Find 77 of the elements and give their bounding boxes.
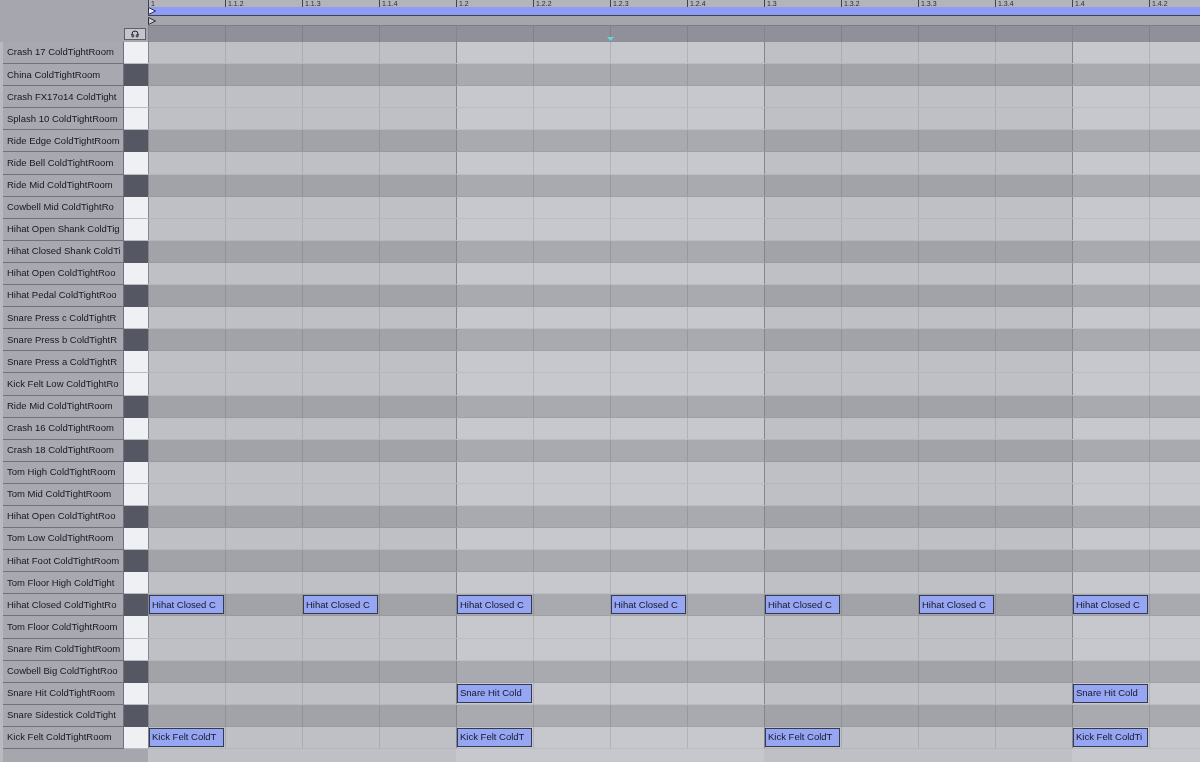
midi-note[interactable]: Hihat Closed C xyxy=(1073,595,1148,615)
note-lane[interactable]: Snare Hit Cold Snare Hit Cold xyxy=(148,682,1200,705)
drum-name-label: Hihat Closed Shank ColdTi xyxy=(3,240,124,263)
midi-note[interactable]: Hihat Closed C xyxy=(303,595,378,615)
piano-key[interactable] xyxy=(124,307,148,330)
drum-name-label: Hihat Closed ColdTightRo xyxy=(3,594,124,617)
midi-note[interactable]: Kick Felt ColdT xyxy=(765,727,840,747)
note-lane[interactable]: Kick Felt ColdT Kick Felt ColdT Kick Felt ColdT Kick Felt ColdTi xyxy=(148,726,1200,749)
midi-note[interactable]: Hihat Closed C xyxy=(919,595,994,615)
piano-key[interactable] xyxy=(124,240,148,263)
drum-name-label: Kick Felt Low ColdTightRo xyxy=(3,373,124,396)
midi-note[interactable]: Hihat Closed C xyxy=(765,595,840,615)
note-lane[interactable]: Hihat Closed C Hihat Closed C Hihat Closed C Hihat Closed C Hihat Closed C Hihat Closed C Hihat Closed C xyxy=(148,594,1200,617)
piano-key[interactable] xyxy=(124,174,148,197)
drum-name-label: Ride Mid ColdTightRoom xyxy=(3,174,124,197)
drum-name-label: Hihat Open Shank ColdTig xyxy=(3,218,124,241)
midi-note[interactable]: Snare Hit Cold xyxy=(1073,683,1148,703)
loop-bar[interactable] xyxy=(148,7,1200,16)
headphones-icon xyxy=(131,30,139,38)
piano-key[interactable] xyxy=(124,64,148,87)
drum-name-label: Ride Edge ColdTightRoom xyxy=(3,130,124,153)
drum-name-label: Crash 17 ColdTightRoom xyxy=(3,42,124,65)
drum-name-label: Hihat Open ColdTightRoo xyxy=(3,262,124,286)
piano-key[interactable] xyxy=(124,572,148,595)
piano-key[interactable] xyxy=(124,395,148,418)
drum-name-label: Ride Mid ColdTightRoom xyxy=(3,395,124,418)
piano-key[interactable] xyxy=(124,726,148,749)
triangle-marker-icon[interactable] xyxy=(148,16,156,25)
drum-name-label: Snare Hit ColdTightRoom xyxy=(3,682,124,705)
piano-key[interactable] xyxy=(124,505,148,529)
drum-name-label: Crash 18 ColdTightRoom xyxy=(3,439,124,462)
drum-name-label: Hihat Open ColdTightRoo xyxy=(3,505,124,529)
piano-key[interactable] xyxy=(124,550,148,573)
drum-name-label: Snare Press b ColdTightR xyxy=(3,329,124,352)
drum-name-label: Tom Floor High ColdTight xyxy=(3,572,124,595)
midi-note[interactable]: Kick Felt ColdT xyxy=(149,727,224,747)
piano-key[interactable] xyxy=(124,439,148,462)
piano-key[interactable] xyxy=(124,461,148,484)
piano-key[interactable] xyxy=(124,704,148,727)
drum-name-label: Snare Press a ColdTightR xyxy=(3,351,124,374)
midi-note[interactable]: Hihat Closed C xyxy=(149,595,224,615)
drum-name-label: Ride Bell ColdTightRoom xyxy=(3,152,124,175)
piano-key[interactable] xyxy=(124,329,148,352)
drum-name-label: Tom High ColdTightRoom xyxy=(3,461,124,484)
triangle-marker-icon[interactable] xyxy=(148,7,156,15)
piano-key[interactable] xyxy=(124,262,148,286)
midi-note[interactable]: Snare Hit Cold xyxy=(457,683,532,703)
preview-button[interactable] xyxy=(124,28,146,40)
midi-note[interactable]: Kick Felt ColdTi xyxy=(1073,727,1148,747)
drum-name-label: Cowbell Big ColdTightRoo xyxy=(3,660,124,683)
drum-name-label: Kick Felt ColdTightRoom xyxy=(3,726,124,749)
drum-name-label: Tom Low ColdTightRoom xyxy=(3,528,124,551)
drum-name-label: Cowbell Mid ColdTightRo xyxy=(3,196,124,219)
piano-key[interactable] xyxy=(124,660,148,683)
drum-name-label: Hihat Foot ColdTightRoom xyxy=(3,550,124,573)
midi-note[interactable]: Kick Felt ColdT xyxy=(457,727,532,747)
drum-name-label: Crash 16 ColdTightRoom xyxy=(3,417,124,440)
piano-key[interactable] xyxy=(124,130,148,153)
drum-name-label: Snare Rim ColdTightRoom xyxy=(3,638,124,661)
midi-note[interactable]: Hihat Closed C xyxy=(611,595,686,615)
drum-name-label: Tom Mid ColdTightRoom xyxy=(3,483,124,506)
drum-name-label: Snare Press c ColdTightR xyxy=(3,307,124,330)
piano-key[interactable] xyxy=(124,196,148,219)
piano-key[interactable] xyxy=(124,682,148,705)
piano-key[interactable] xyxy=(124,108,148,131)
piano-key[interactable] xyxy=(124,42,148,65)
piano-key[interactable] xyxy=(124,594,148,617)
piano-key[interactable] xyxy=(124,417,148,440)
drum-name-label: Splash 10 ColdTightRoom xyxy=(3,108,124,131)
drum-name-label: China ColdTightRoom xyxy=(3,64,124,87)
drum-name-label: Hihat Pedal ColdTightRoo xyxy=(3,285,124,308)
drum-name-label: Tom Floor ColdTightRoom xyxy=(3,616,124,639)
drum-name-label: Crash FX17o14 ColdTight xyxy=(3,86,124,109)
piano-key[interactable] xyxy=(124,285,148,308)
piano-key[interactable] xyxy=(124,528,148,551)
midi-note[interactable]: Hihat Closed C xyxy=(457,595,532,615)
drum-name-label: Snare Sidestick ColdTight xyxy=(3,704,124,727)
